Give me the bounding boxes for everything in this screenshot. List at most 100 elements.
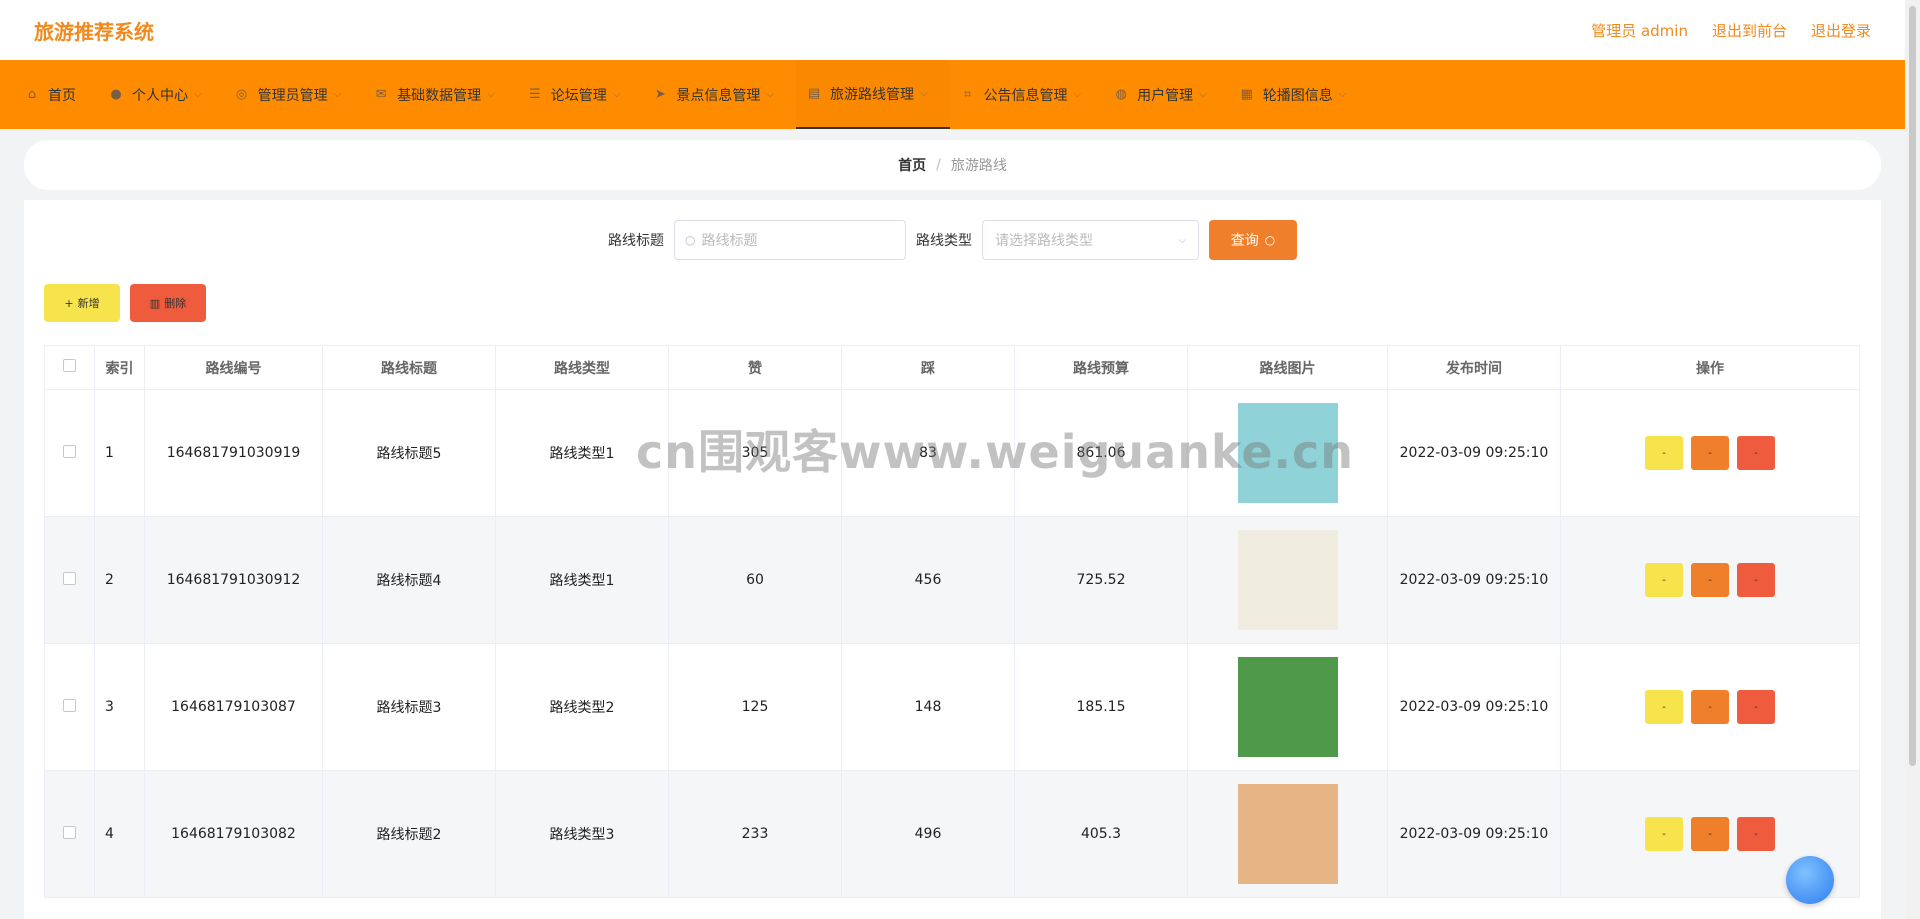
nav-item-label: 论坛管理 <box>550 87 607 104</box>
route-map-image[interactable] <box>1237 784 1338 884</box>
cell-time: 2022-03-09 09:25:10 <box>1387 516 1561 644</box>
cell-image <box>1187 516 1388 644</box>
row-delete-button[interactable]: - <box>1737 817 1775 851</box>
chevron-down-icon: ⌵ <box>1178 234 1186 246</box>
table-row: 3 16468179103087 路线标题3 路线类型2 125 148 185.15 202… <box>44 643 1860 771</box>
cell-code: 164681791030912 <box>144 516 323 644</box>
table-header-row: 索引 路线编号 路线标题 路线类型 赞 踩 路线预算 路线图片 发布时间 操作 <box>44 345 1860 390</box>
search-icon: ○ <box>685 233 696 247</box>
edit-button[interactable]: - <box>1691 690 1729 724</box>
chevron-down-icon: ⌵ <box>919 88 928 99</box>
cell-type: 路线类型1 <box>495 389 669 517</box>
cell-type: 路线类型1 <box>495 516 669 644</box>
nav-item-1[interactable]: ● 个人中心 ⌵ <box>98 60 224 129</box>
cell-like: 305 <box>668 389 842 517</box>
cell-code: 16468179103087 <box>144 643 323 771</box>
row-checkbox[interactable] <box>63 571 76 585</box>
query-button[interactable]: 查询 ○ <box>1209 220 1297 260</box>
table-row: 1 164681791030919 路线标题5 路线类型1 305 83 861.06 202… <box>44 389 1860 517</box>
cell-ops: --- <box>1560 516 1860 644</box>
nav-item-5[interactable]: ➤ 景点信息管理 ⌵ <box>642 60 796 129</box>
view-button[interactable]: - <box>1645 436 1683 470</box>
compass-icon: ◎ <box>235 87 248 102</box>
cell-dislike: 148 <box>841 643 1015 771</box>
nav-item-9[interactable]: ▦ 轮播图信息 ⌵ <box>1229 60 1369 129</box>
cell-like: 233 <box>668 770 842 898</box>
row-delete-button[interactable]: - <box>1737 690 1775 724</box>
edit-button[interactable]: - <box>1691 563 1729 597</box>
floating-assist-button[interactable] <box>1786 856 1834 904</box>
cell-title: 路线标题2 <box>322 770 496 898</box>
breadcrumb-home[interactable]: 首页 <box>898 155 926 175</box>
main-nav: ⌂ 首页 ● 个人中心 ⌵ ◎ 管理员管理 ⌵ ✉ 基础数据管理 ⌵ ☰ 论坛管理 ⌵ ➤ 景点信息管理 ⌵ ▤ 旅… <box>0 60 1905 129</box>
cell-code: 16468179103082 <box>144 770 323 898</box>
cell-image <box>1187 643 1388 771</box>
row-delete-button[interactable]: - <box>1737 436 1775 470</box>
select-all-checkbox[interactable] <box>63 359 76 372</box>
content-panel: 路线标题 ○ 路线标题 路线类型 请选择路线类型 ⌵ 查询 ○ + 新增 ▥ 删… <box>24 200 1881 919</box>
row-select-cell <box>44 516 95 644</box>
nav-item-label: 个人中心 <box>132 87 188 104</box>
delete-button[interactable]: ▥ 删除 <box>130 284 206 322</box>
nav-item-0[interactable]: ⌂ 首页 <box>14 60 98 129</box>
nav-item-label: 景点信息管理 <box>676 87 761 104</box>
nav-item-2[interactable]: ◎ 管理员管理 ⌵ <box>224 60 364 129</box>
send-icon: ➤ <box>654 87 666 102</box>
view-button-label: - <box>1662 828 1666 840</box>
page-scrollbar[interactable] <box>1905 0 1920 919</box>
col-index: 索引 <box>94 345 145 390</box>
globe-icon: ◍ <box>1115 87 1127 102</box>
action-buttons: + 新增 ▥ 删除 <box>44 284 206 322</box>
logout-link[interactable]: 退出登录 <box>1811 20 1871 41</box>
cell-index: 2 <box>94 516 145 644</box>
cell-like: 60 <box>668 516 842 644</box>
grid-icon: ▦ <box>1240 87 1253 102</box>
query-button-label: 查询 <box>1230 233 1259 249</box>
edit-button-label: - <box>1708 574 1712 586</box>
nav-item-8[interactable]: ◍ 用户管理 ⌵ <box>1103 60 1229 129</box>
table-row: 4 16468179103082 路线标题2 路线类型3 233 496 405.3 2022… <box>44 770 1860 898</box>
chevron-down-icon: ⌵ <box>487 89 495 100</box>
row-checkbox[interactable] <box>63 444 76 458</box>
route-map-image[interactable] <box>1237 403 1338 503</box>
breadcrumb-current: 旅游路线 <box>950 158 1007 174</box>
cell-image <box>1187 389 1388 517</box>
nav-item-6[interactable]: ▤ 旅游路线管理 ⌵ <box>795 60 950 129</box>
search-bar: 路线标题 ○ 路线标题 路线类型 请选择路线类型 ⌵ 查询 ○ <box>24 220 1881 260</box>
add-button[interactable]: + 新增 <box>44 284 120 322</box>
route-map-image[interactable] <box>1237 657 1338 757</box>
admin-user-link[interactable]: 管理员 admin <box>1591 20 1688 41</box>
home-icon: ⌂ <box>27 87 37 102</box>
edit-button[interactable]: - <box>1691 436 1729 470</box>
cell-time: 2022-03-09 09:25:10 <box>1387 389 1561 517</box>
edit-button[interactable]: - <box>1691 817 1729 851</box>
nav-item-label: 首页 <box>48 87 76 104</box>
row-checkbox[interactable] <box>63 825 76 839</box>
view-button[interactable]: - <box>1645 563 1683 597</box>
scrollbar-thumb[interactable] <box>1909 6 1916 766</box>
chevron-down-icon: ⌵ <box>612 89 621 100</box>
breadcrumb: 首页 / 旅游路线 <box>24 140 1881 190</box>
nav-item-3[interactable]: ✉ 基础数据管理 ⌵ <box>363 60 517 129</box>
col-dislike: 踩 <box>841 345 1015 390</box>
row-delete-button-label: - <box>1754 701 1758 713</box>
exit-to-frontend-link[interactable]: 退出到前台 <box>1712 20 1787 41</box>
cell-ops: --- <box>1560 389 1860 517</box>
nav-item-4[interactable]: ☰ 论坛管理 ⌵ <box>517 60 643 129</box>
cell-dislike: 456 <box>841 516 1015 644</box>
route-map-image[interactable] <box>1237 530 1338 630</box>
view-button[interactable]: - <box>1645 690 1683 724</box>
app-title: 旅游推荐系统 <box>34 19 154 44</box>
cell-code: 164681791030919 <box>144 389 323 517</box>
type-select[interactable]: 请选择路线类型 ⌵ <box>982 220 1199 260</box>
nav-item-label: 基础数据管理 <box>397 87 482 104</box>
row-delete-button[interactable]: - <box>1737 563 1775 597</box>
view-button[interactable]: - <box>1645 817 1683 851</box>
chevron-down-icon: ⌵ <box>1199 89 1207 100</box>
top-links: 管理员 admin 退出到前台 退出登录 <box>1591 20 1871 41</box>
view-button-label: - <box>1662 701 1666 713</box>
title-search-input[interactable]: ○ 路线标题 <box>674 220 906 260</box>
nav-item-7[interactable]: ⌗ 公告信息管理 ⌵ <box>950 60 1104 129</box>
row-checkbox[interactable] <box>63 698 76 712</box>
chevron-down-icon: ⌵ <box>766 89 774 100</box>
